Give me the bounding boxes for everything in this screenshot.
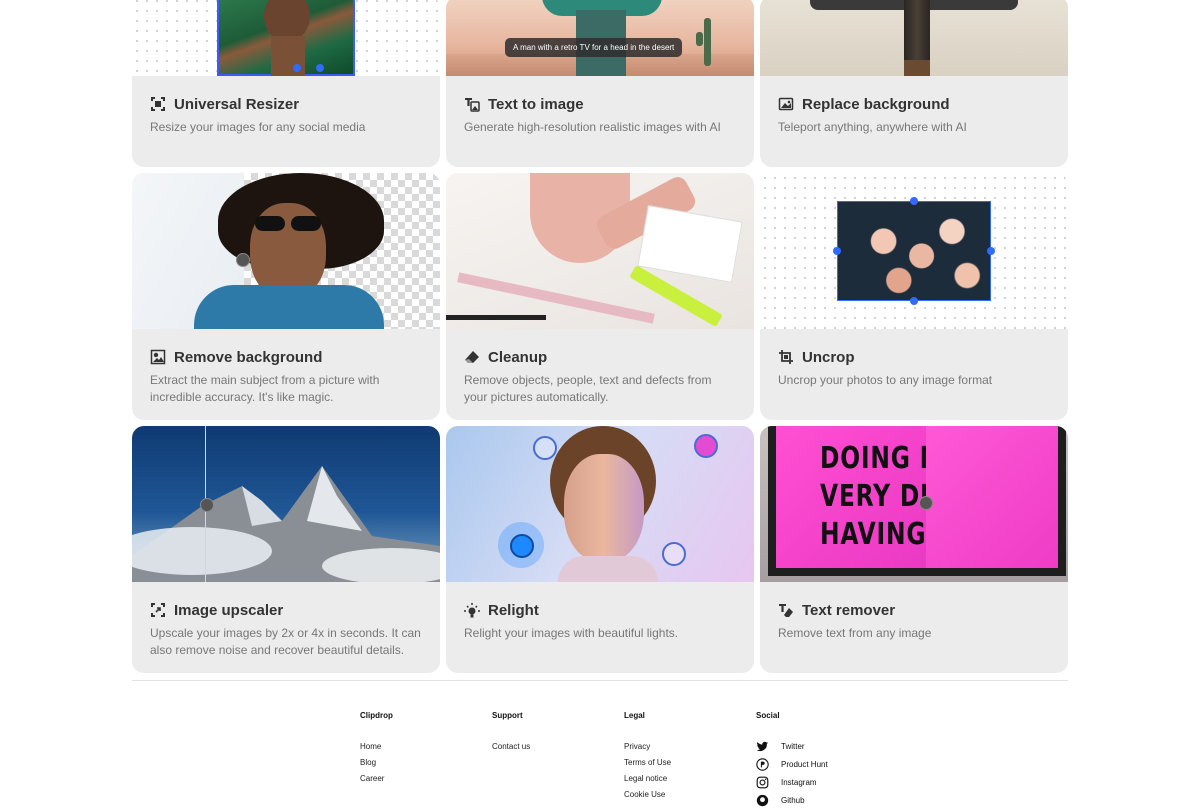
remove-background-thumbnail [132,173,440,329]
eraser-icon [464,349,480,365]
footer-heading: Legal [624,711,645,720]
social-label: Github [781,796,805,805]
card-description: Resize your images for any social media [150,120,366,134]
card-relight[interactable]: Relight Relight your images with beautif… [446,426,754,673]
cleanup-thumbnail [446,173,754,329]
uncrop-icon [778,349,794,365]
card-description: Remove text from any image [778,626,932,640]
footer-link-privacy[interactable]: Privacy [624,742,671,751]
card-description: Relight your images with beautiful light… [464,626,679,640]
social-link-github[interactable]: Github [756,794,828,807]
universal-resizer-thumbnail [132,0,440,76]
card-title: Relight [488,601,539,619]
social-label: Instagram [781,778,817,787]
footer-column-legal: Legal Privacy Terms of Use Legal notice … [624,711,671,806]
resize-icon [150,96,166,112]
footer-heading: Social [756,711,780,720]
card-title: Text to image [488,95,584,113]
card-remove-background[interactable]: Remove background Extract the main subje… [132,173,440,420]
uncrop-thumbnail [760,173,1068,329]
footer-link-legal-notice[interactable]: Legal notice [624,774,671,783]
card-title: Image upscaler [174,601,284,619]
card-title: Replace background [802,95,950,113]
card-cleanup[interactable]: Cleanup Remove objects, people, text and… [446,173,754,420]
product-hunt-icon [756,758,769,771]
twitter-icon [756,740,769,753]
footer-heading: Support [492,711,523,720]
footer-link-blog[interactable]: Blog [360,758,393,767]
footer-link-home[interactable]: Home [360,742,393,751]
footer-column-support: Support Contact us [492,711,530,758]
tools-grid: Universal Resizer Resize your images for… [132,0,1068,673]
github-icon [756,794,769,807]
card-description: Teleport anything, anywhere with AI [778,120,967,134]
footer-heading: Clipdrop [360,711,393,720]
card-title: Cleanup [488,348,548,366]
relight-icon [464,602,480,618]
prompt-tooltip: A man with a retro TV for a head in the … [505,38,683,57]
card-replace-background[interactable]: Replace background Teleport anything, an… [760,0,1068,167]
social-label: Twitter [781,742,805,751]
image-upscaler-thumbnail [132,426,440,582]
social-link-twitter[interactable]: Twitter [756,740,828,753]
replace-background-icon [778,96,794,112]
remove-background-icon [150,349,166,365]
card-description: Generate high-resolution realistic image… [464,120,721,134]
social-link-product-hunt[interactable]: Product Hunt [756,758,828,771]
card-description: Upscale your images by 2x or 4x in secon… [150,626,421,657]
relight-thumbnail [446,426,754,582]
card-description: Remove objects, people, text and defects… [464,373,712,404]
footer-link-career[interactable]: Career [360,774,393,783]
card-text-to-image[interactable]: A man with a retro TV for a head in the … [446,0,754,167]
card-uncrop[interactable]: Uncrop Uncrop your photos to any image f… [760,173,1068,420]
card-title: Universal Resizer [174,95,300,113]
replace-background-thumbnail [760,0,1068,76]
footer-link-contact[interactable]: Contact us [492,742,530,751]
card-universal-resizer[interactable]: Universal Resizer Resize your images for… [132,0,440,167]
card-title: Remove background [174,348,323,366]
card-title: Text remover [802,601,896,619]
card-image-upscaler[interactable]: Image upscaler Upscale your images by 2x… [132,426,440,673]
instagram-icon [756,776,769,789]
upscale-icon [150,602,166,618]
text-to-image-icon [464,96,480,112]
text-remover-thumbnail: DOING NC VERY DIFF HAVING NOT [760,426,1068,582]
footer-link-cookie-use[interactable]: Cookie Use [624,790,671,799]
social-label: Product Hunt [781,760,828,769]
card-description: Extract the main subject from a picture … [150,373,380,404]
card-text-remover[interactable]: DOING NC VERY DIFF HAVING NOT Text remov… [760,426,1068,673]
footer-link-terms[interactable]: Terms of Use [624,758,671,767]
footer-column-social: Social Twitter Product Hunt Instagram Gi… [756,711,828,812]
text-to-image-thumbnail: A man with a retro TV for a head in the … [446,0,754,76]
text-remover-icon [778,602,794,618]
footer-column-clipdrop: Clipdrop Home Blog Career [360,711,393,790]
card-description: Uncrop your photos to any image format [778,373,993,387]
social-link-instagram[interactable]: Instagram [756,776,828,789]
card-title: Uncrop [802,348,855,366]
footer-divider [132,680,1068,681]
